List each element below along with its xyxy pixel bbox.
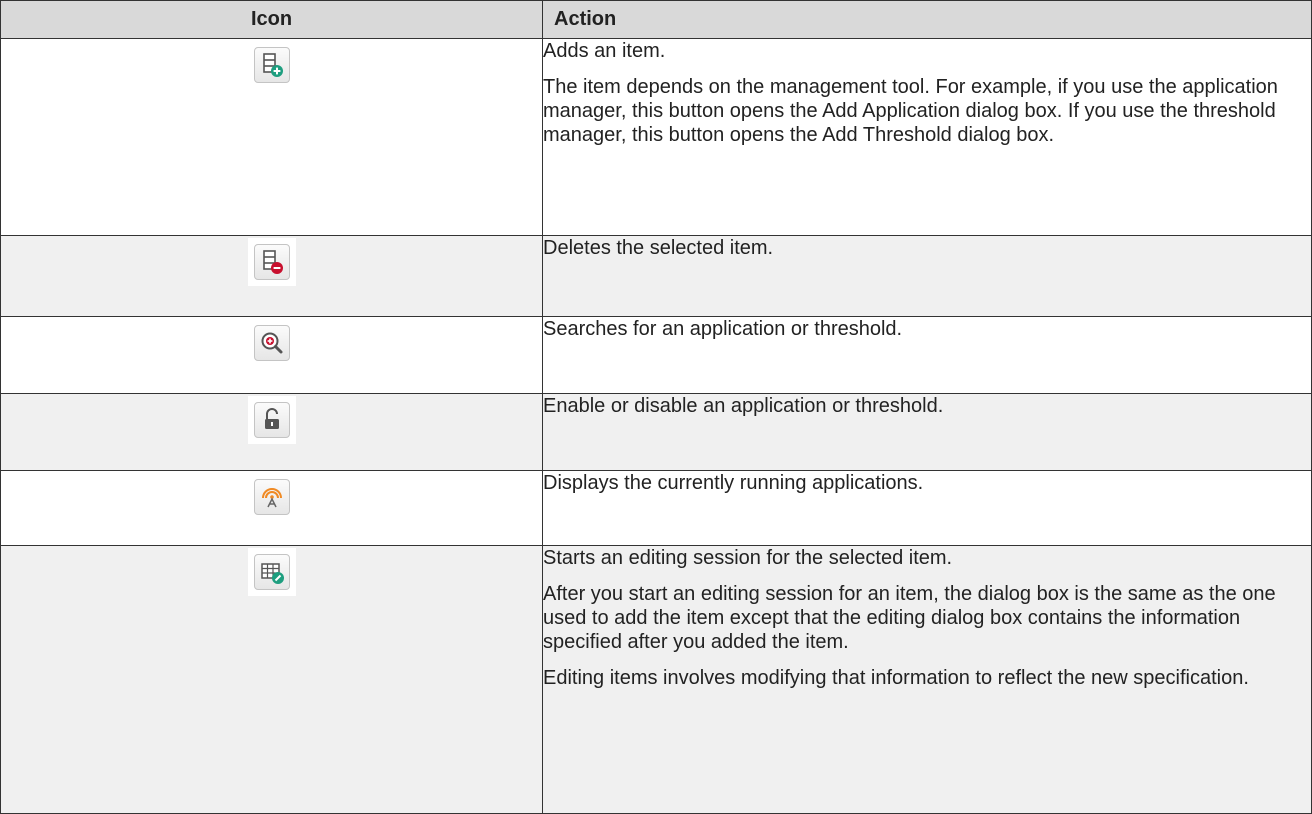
icon-cell <box>0 545 543 814</box>
table-row: Deletes the selected item. <box>0 235 1312 317</box>
action-text: After you start an editing session for a… <box>543 583 1276 653</box>
delete-item-icon <box>253 244 290 280</box>
add-item-icon <box>253 47 290 83</box>
edit-item-icon <box>253 554 290 590</box>
table-row: Displays the currently running applicati… <box>0 470 1312 546</box>
icon-cell <box>0 470 543 546</box>
table-row: Searches for an application or threshold… <box>0 316 1312 394</box>
icon-frame <box>247 238 296 286</box>
column-header-icon: Icon <box>0 0 543 39</box>
icon-frame <box>247 396 296 444</box>
action-text: Adds an item. <box>543 40 666 62</box>
search-icon <box>253 325 290 361</box>
table-row: Enable or disable an application or thre… <box>0 393 1312 471</box>
icon-frame <box>247 41 296 89</box>
action-text: Editing items involves modifying that in… <box>543 667 1249 689</box>
action-text: Displays the currently running applicati… <box>543 472 924 494</box>
table-row: Starts an editing session for the select… <box>0 545 1312 814</box>
action-cell: Displays the currently running applicati… <box>542 470 1312 546</box>
action-cell: Enable or disable an application or thre… <box>542 393 1312 471</box>
action-text: Starts an editing session for the select… <box>543 547 953 569</box>
icon-cell <box>0 316 543 394</box>
table-header-row: Icon Action <box>0 0 1312 39</box>
action-cell: Adds an item. The item depends on the ma… <box>542 38 1312 236</box>
unlock-icon <box>253 402 290 438</box>
icon-frame <box>247 319 296 367</box>
icon-frame <box>247 473 296 521</box>
action-cell: Starts an editing session for the select… <box>542 545 1312 814</box>
running-applications-icon <box>253 479 290 515</box>
column-header-action: Action <box>542 0 1312 39</box>
action-text: The item depends on the management tool.… <box>543 76 1278 146</box>
action-text: Deletes the selected item. <box>543 237 774 259</box>
icon-action-table: Icon Action Adds an item. The item depen… <box>0 0 1312 814</box>
table-row: Adds an item. The item depends on the ma… <box>0 38 1312 236</box>
icon-cell <box>0 393 543 471</box>
icon-frame <box>247 548 296 596</box>
action-text: Searches for an application or threshold… <box>543 318 903 340</box>
action-cell: Deletes the selected item. <box>542 235 1312 317</box>
icon-cell <box>0 38 543 236</box>
icon-cell <box>0 235 543 317</box>
action-cell: Searches for an application or threshold… <box>542 316 1312 394</box>
action-text: Enable or disable an application or thre… <box>543 395 944 417</box>
